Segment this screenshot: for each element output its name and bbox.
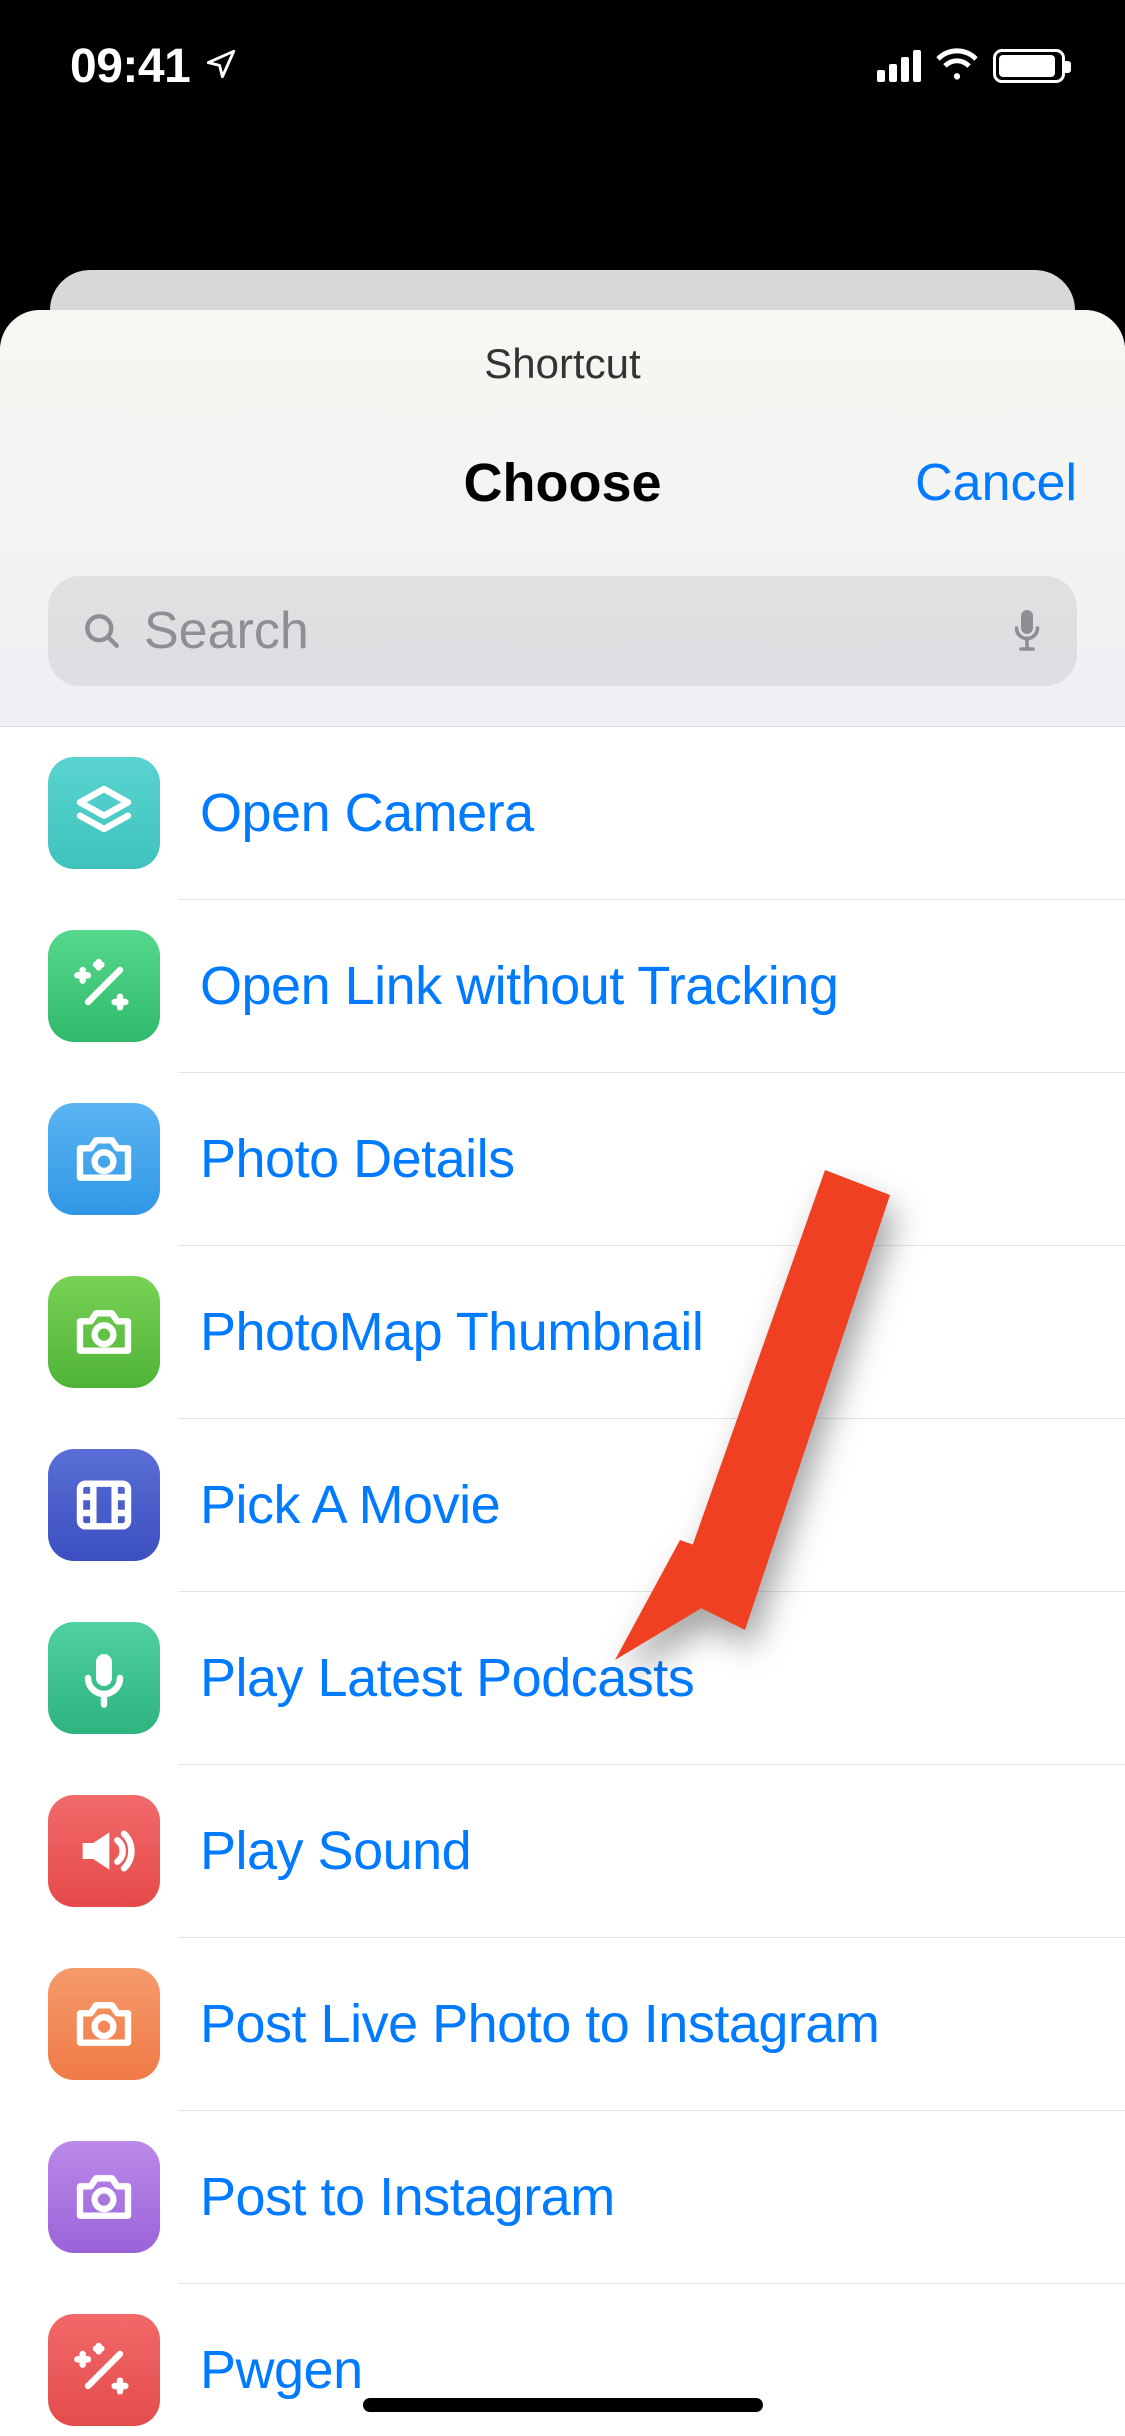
shortcut-label: PhotoMap Thumbnail	[200, 1301, 703, 1363]
status-time: 09:41	[70, 39, 190, 94]
shortcut-label: Post to Instagram	[200, 2166, 615, 2228]
wifi-icon	[935, 47, 979, 86]
location-icon	[204, 47, 238, 86]
shortcut-row[interactable]: Photo Details	[0, 1073, 1125, 1245]
chooser-sheet: Shortcut Choose Cancel Open Camera Open L…	[0, 310, 1125, 2436]
search-field[interactable]	[48, 576, 1077, 686]
wand-icon	[48, 2314, 160, 2426]
shortcut-label: Play Sound	[200, 1820, 471, 1882]
search-icon	[80, 609, 124, 653]
shortcut-label: Post Live Photo to Instagram	[200, 1993, 879, 2055]
film-icon	[48, 1449, 160, 1561]
home-indicator	[363, 2398, 763, 2412]
wand-icon	[48, 930, 160, 1042]
speaker-icon	[48, 1795, 160, 1907]
shortcut-row[interactable]: Post Live Photo to Instagram	[0, 1938, 1125, 2110]
sheet-header: Shortcut Choose Cancel	[0, 310, 1125, 727]
shortcut-row[interactable]: Open Link without Tracking	[0, 900, 1125, 1072]
shortcut-label: Pwgen	[200, 2339, 363, 2401]
shortcut-label: Play Latest Podcasts	[200, 1647, 694, 1709]
page-title: Choose	[463, 452, 661, 514]
cellular-icon	[877, 50, 921, 82]
shortcut-row[interactable]: Pick A Movie	[0, 1419, 1125, 1591]
layers-icon	[48, 757, 160, 869]
shortcut-row[interactable]: Post to Instagram	[0, 2111, 1125, 2283]
search-input[interactable]	[144, 601, 989, 661]
dictation-icon[interactable]	[1009, 607, 1045, 655]
shortcut-row[interactable]: Play Sound	[0, 1765, 1125, 1937]
shortcut-row[interactable]: Pwgen	[0, 2284, 1125, 2436]
shortcut-row[interactable]: Play Latest Podcasts	[0, 1592, 1125, 1764]
cancel-button[interactable]: Cancel	[915, 453, 1077, 513]
shortcut-label: Pick A Movie	[200, 1474, 500, 1536]
status-bar: 09:41	[0, 0, 1125, 132]
shortcut-list: Open Camera Open Link without Tracking Pho…	[0, 727, 1125, 2436]
shortcut-label: Photo Details	[200, 1128, 515, 1190]
shortcut-label: Open Camera	[200, 782, 534, 844]
camera-icon	[48, 1276, 160, 1388]
camera-icon	[48, 2141, 160, 2253]
shortcut-row[interactable]: PhotoMap Thumbnail	[0, 1246, 1125, 1418]
camera-icon	[48, 1103, 160, 1215]
camera-icon	[48, 1968, 160, 2080]
shortcut-row[interactable]: Open Camera	[0, 727, 1125, 899]
battery-icon	[993, 49, 1065, 83]
shortcut-label: Open Link without Tracking	[200, 955, 838, 1017]
mic-icon	[48, 1622, 160, 1734]
mini-title: Shortcut	[0, 340, 1125, 388]
